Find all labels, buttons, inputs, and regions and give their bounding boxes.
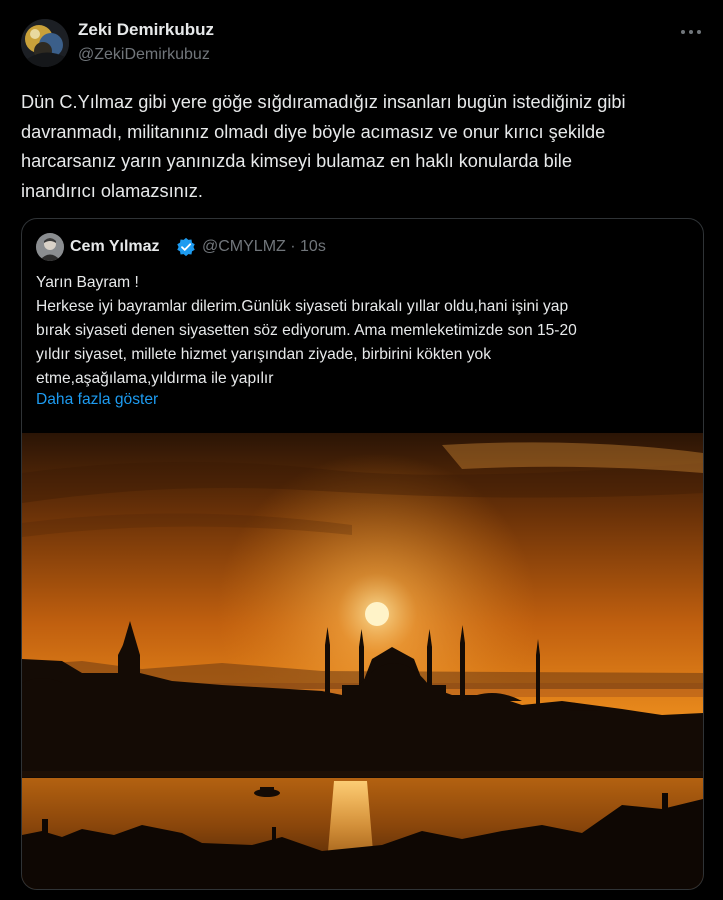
author-name[interactable]: Zeki Demirkubuz bbox=[78, 20, 214, 40]
verified-badge-icon bbox=[177, 237, 195, 257]
quoted-author-avatar-image bbox=[36, 233, 64, 261]
author-avatar[interactable] bbox=[21, 19, 69, 67]
tweet-text-line: harcarsanız yarın yanınızda kimseyi bula… bbox=[21, 151, 572, 171]
more-options-button[interactable] bbox=[676, 20, 706, 44]
show-more-link[interactable]: Daha fazla göster bbox=[36, 391, 158, 409]
quoted-text-line: bırak siyaseti denen siyasetten söz ediy… bbox=[36, 322, 577, 339]
quoted-author-name: Cem Yılmaz bbox=[70, 238, 160, 255]
quoted-author-handle: @CMYLMZ · 10s bbox=[202, 238, 326, 255]
quoted-text-line: etme,aşağılama,yıldırma ile yapılır bbox=[36, 370, 274, 387]
tweet: Zeki Demirkubuz @ZekiDemirkubuz Dün C.Yı… bbox=[0, 0, 723, 900]
quoted-author-avatar[interactable] bbox=[36, 233, 64, 261]
quoted-tweet-text: Yarın Bayram ! Herkese iyi bayramlar dil… bbox=[36, 271, 696, 391]
quoted-text-line: Herkese iyi bayramlar dilerim.Günlük siy… bbox=[36, 298, 569, 315]
quoted-text-line: Yarın Bayram ! bbox=[36, 274, 139, 291]
tweet-text: Dün C.Yılmaz gibi yere göğe sığdıramadığ… bbox=[21, 88, 711, 206]
quoted-tweet[interactable]: Cem Yılmaz @CMYLMZ · 10s Yarın Bayram ! … bbox=[21, 218, 704, 890]
author-avatar-image bbox=[21, 19, 69, 67]
tweet-text-line: inandırıcı olamazsınız. bbox=[21, 180, 203, 201]
sunset-mosque-photo bbox=[22, 433, 703, 889]
more-horizontal-icon bbox=[681, 30, 701, 34]
quoted-text-line: yıldır siyaset, millete hizmet yarışında… bbox=[36, 346, 491, 363]
tweet-text-line: davranmadı, militanınız olmadı diye böyl… bbox=[21, 121, 606, 142]
author-handle[interactable]: @ZekiDemirkubuz bbox=[78, 46, 210, 64]
tweet-text-line: Dün C.Yılmaz gibi yere göğe sığdıramadığ… bbox=[21, 92, 626, 112]
quoted-tweet-image[interactable] bbox=[22, 433, 703, 889]
